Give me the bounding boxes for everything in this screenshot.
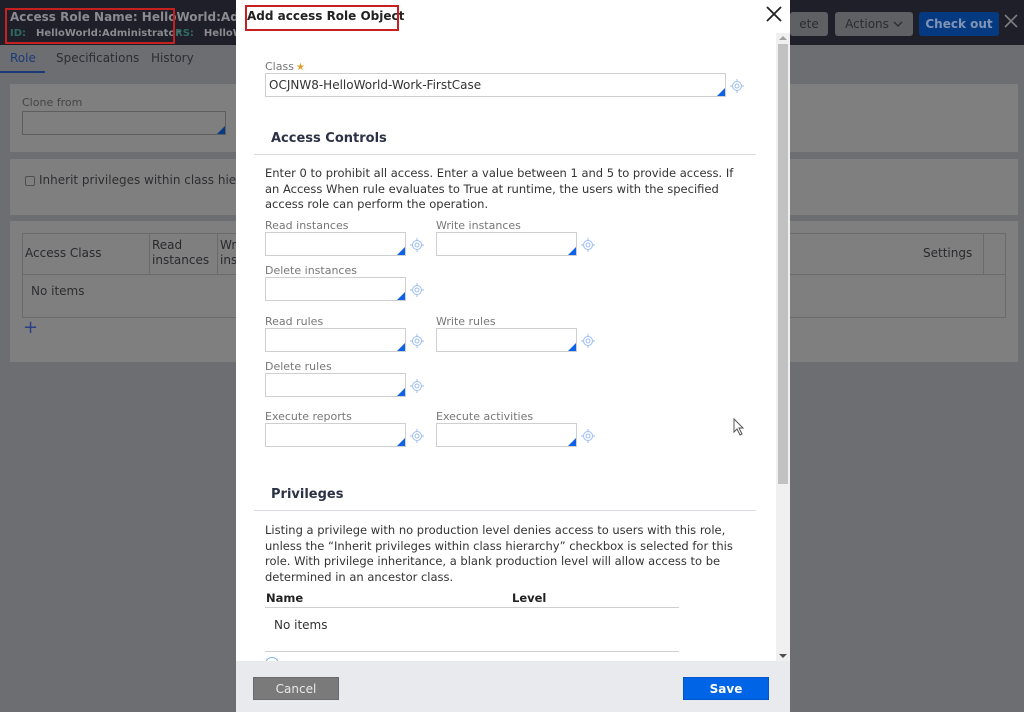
read-instances-crosshair-icon[interactable] bbox=[410, 238, 424, 252]
column-header-read-instances[interactable]: Read instances bbox=[150, 234, 218, 274]
save-button[interactable]: Save bbox=[683, 677, 769, 700]
dialog-scrollbar[interactable] bbox=[776, 33, 790, 661]
read-instances-input[interactable] bbox=[265, 232, 406, 256]
add-row-icon[interactable]: + bbox=[23, 317, 38, 338]
privileges-column-name: Name bbox=[266, 591, 304, 605]
table-empty-text: No items bbox=[31, 284, 85, 298]
delete-instances-crosshair-icon[interactable] bbox=[410, 283, 424, 297]
actions-button[interactable]: Actions bbox=[835, 12, 913, 36]
privileges-column-level: Level bbox=[512, 591, 547, 605]
autocomplete-indicator bbox=[717, 88, 725, 96]
chevron-down-icon bbox=[893, 21, 903, 27]
tab-history[interactable]: History bbox=[151, 51, 194, 65]
privileges-footer-divider bbox=[265, 651, 679, 652]
dialog-footer: Cancel Save bbox=[236, 661, 790, 712]
tab-role[interactable]: Role bbox=[10, 51, 36, 65]
write-instances-crosshair-icon[interactable] bbox=[581, 238, 595, 252]
write-instances-label: Write instances bbox=[436, 219, 521, 232]
add-access-role-object-dialog: Add access Role Object Class ★ OCJNW8-Hel… bbox=[236, 0, 790, 712]
delete-button[interactable]: ete bbox=[790, 12, 828, 36]
privileges-empty-text: No items bbox=[274, 618, 328, 632]
delete-rules-crosshair-icon[interactable] bbox=[410, 379, 424, 393]
read-rules-crosshair-icon[interactable] bbox=[410, 334, 424, 348]
execute-activities-input[interactable] bbox=[436, 423, 577, 447]
privileges-description: Listing a privilege with no production l… bbox=[265, 523, 733, 584]
inherit-privileges-label: Inherit privileges within class hierarch bbox=[39, 173, 268, 187]
execute-reports-label: Execute reports bbox=[265, 410, 352, 423]
read-instances-label: Read instances bbox=[265, 219, 349, 232]
rs-label: RS: bbox=[175, 28, 194, 39]
execute-reports-input[interactable] bbox=[265, 423, 406, 447]
close-icon[interactable] bbox=[764, 4, 784, 24]
section-divider bbox=[254, 510, 756, 511]
mouse-pointer-icon bbox=[733, 418, 745, 436]
delete-instances-label: Delete instances bbox=[265, 264, 357, 277]
write-instances-input[interactable] bbox=[436, 232, 577, 256]
delete-instances-input[interactable] bbox=[265, 277, 406, 301]
write-rules-crosshair-icon[interactable] bbox=[581, 334, 595, 348]
scroll-up-arrow-icon[interactable] bbox=[779, 36, 787, 40]
column-header-access-class[interactable]: Access Class bbox=[23, 234, 150, 274]
privileges-heading: Privileges bbox=[271, 487, 344, 502]
section-divider bbox=[254, 154, 756, 155]
read-rules-label: Read rules bbox=[265, 315, 324, 328]
access-controls-heading: Access Controls bbox=[271, 131, 387, 146]
scroll-down-arrow-icon[interactable] bbox=[779, 654, 787, 658]
active-tab-indicator bbox=[0, 71, 45, 73]
execute-activities-label: Execute activities bbox=[436, 410, 534, 423]
class-crosshair-icon[interactable] bbox=[730, 79, 744, 93]
close-page-icon[interactable] bbox=[1004, 12, 1018, 33]
clone-from-label: Clone from bbox=[22, 96, 83, 109]
delete-rules-input[interactable] bbox=[265, 373, 406, 397]
check-out-button[interactable]: Check out bbox=[919, 12, 999, 36]
write-rules-label: Write rules bbox=[436, 315, 496, 328]
read-rules-input[interactable] bbox=[265, 328, 406, 352]
actions-label: Actions bbox=[845, 17, 889, 31]
privileges-header-divider bbox=[265, 607, 679, 608]
required-star-icon: ★ bbox=[295, 62, 305, 73]
scroll-thumb[interactable] bbox=[778, 44, 788, 484]
cancel-button[interactable]: Cancel bbox=[253, 677, 339, 700]
access-controls-description: Enter 0 to prohibit all access. Enter a … bbox=[265, 166, 734, 211]
execute-reports-crosshair-icon[interactable] bbox=[410, 429, 424, 443]
class-input[interactable]: OCJNW8-HelloWorld-Work-FirstCase bbox=[265, 73, 726, 97]
highlight-annotation-header bbox=[5, 8, 175, 44]
clone-from-input[interactable] bbox=[22, 111, 226, 135]
column-header-settings[interactable]: Settings bbox=[921, 234, 984, 274]
inherit-privileges-checkbox[interactable] bbox=[25, 176, 35, 186]
highlight-annotation-title bbox=[245, 5, 399, 31]
dialog-body: Class ★ OCJNW8-HelloWorld-Work-FirstCase … bbox=[236, 33, 776, 661]
delete-rules-label: Delete rules bbox=[265, 360, 332, 373]
class-label: Class ★ bbox=[265, 60, 305, 73]
write-rules-input[interactable] bbox=[436, 328, 577, 352]
tab-specifications[interactable]: Specifications bbox=[56, 51, 139, 65]
execute-activities-crosshair-icon[interactable] bbox=[581, 429, 595, 443]
